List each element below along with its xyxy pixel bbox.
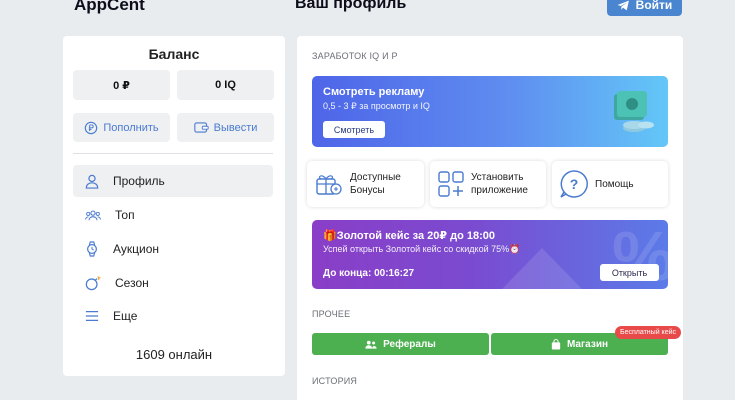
tile-label-line: Установить — [471, 172, 524, 183]
wallet-icon — [193, 122, 209, 133]
other-section-label: ПРОЧЕЕ — [312, 309, 351, 319]
balance-title: Баланс — [148, 46, 200, 62]
svg-text:?: ? — [570, 176, 579, 192]
telegram-icon — [617, 0, 629, 10]
cash-stack-icon — [614, 91, 654, 132]
user-icon — [85, 174, 99, 189]
install-app-tile[interactable]: Установить приложение — [430, 161, 546, 207]
rub-balance: 0 ₽ — [73, 70, 170, 100]
top-bar: AppCent Ваш профиль Войти — [0, 0, 735, 20]
sidebar-item-profile[interactable]: Профиль — [73, 165, 273, 197]
withdraw-button[interactable]: Вывести — [177, 113, 274, 142]
sidebar-item-label: Еще — [113, 309, 138, 323]
watch-button[interactable]: Смотреть — [323, 121, 385, 138]
menu-icon — [85, 310, 99, 322]
apps-icon — [438, 171, 464, 197]
sidebar-item-label: Профиль — [113, 174, 165, 188]
ad-card-title: Смотреть рекламу — [323, 86, 425, 98]
tile-label-line: Бонусы — [350, 185, 385, 196]
gold-case-title: 🎁Золотой кейс за 20₽ до 18:00 — [323, 230, 495, 242]
users-icon — [365, 340, 377, 349]
withdraw-label: Вывести — [213, 121, 258, 134]
bonuses-tile[interactable]: Доступные Бонусы — [307, 161, 424, 207]
ad-card-subtitle: 0,5 - 3 ₽ за просмотр и IQ — [323, 101, 430, 111]
help-tile[interactable]: ? Помощь — [552, 161, 668, 207]
deposit-label: Пополнить — [103, 121, 159, 134]
page-title: Ваш профиль — [295, 0, 407, 12]
free-case-badge: Бесплатный кейс — [615, 326, 682, 339]
users-icon — [85, 210, 101, 220]
referrals-button[interactable]: Рефералы — [312, 333, 489, 355]
gold-case-timer: До конца: 00:16:27 — [323, 268, 415, 279]
sidebar-item-label: Аукцион — [113, 242, 159, 256]
help-label: Помощь — [595, 178, 634, 190]
ruble-coin-icon — [85, 121, 98, 134]
gold-case-subtitle: Успей открыть Золотой кейс со скидкой 75… — [323, 244, 521, 254]
sidebar-divider — [73, 153, 273, 154]
deposit-button[interactable]: Пополнить — [73, 113, 170, 142]
gold-case-card[interactable]: % 🎁Золотой кейс за 20₽ до 18:00 Успей от… — [312, 220, 668, 289]
sidebar-item-top[interactable]: Топ — [73, 199, 273, 231]
history-section-label: ИСТОРИЯ — [312, 376, 358, 386]
online-counter: 1609 онлайн — [135, 347, 213, 362]
main-panel: ЗАРАБОТОК IQ И Р Смотреть рекламу 0,5 - … — [297, 36, 683, 400]
login-label: Войти — [635, 0, 673, 12]
earn-section-label: ЗАРАБОТОК IQ И Р — [312, 51, 398, 61]
watch-icon — [87, 241, 97, 257]
bomb-icon — [85, 276, 101, 291]
help-icon: ? — [560, 170, 588, 198]
open-case-button[interactable]: Открыть — [600, 264, 659, 281]
tile-label-line: приложение — [471, 185, 528, 196]
tile-label-line: Доступные — [350, 172, 401, 183]
shop-label: Магазин — [566, 338, 609, 350]
gift-icon — [316, 175, 342, 195]
referrals-label: Рефералы — [383, 338, 436, 350]
sidebar-item-more[interactable]: Еще — [73, 300, 273, 332]
login-button[interactable]: Войти — [607, 0, 682, 16]
sidebar-item-label: Топ — [115, 208, 135, 222]
sidebar-item-season[interactable]: Сезон — [73, 267, 273, 299]
iq-balance: 0 IQ — [177, 70, 274, 100]
bonuses-label: Доступные Бонусы — [350, 171, 401, 197]
watch-ads-card[interactable]: Смотреть рекламу 0,5 - 3 ₽ за просмотр и… — [312, 76, 668, 147]
sidebar-item-auction[interactable]: Аукцион — [73, 233, 273, 265]
install-app-label: Установить приложение — [471, 171, 528, 197]
shopping-bag-icon — [551, 338, 561, 349]
brand-logo[interactable]: AppCent — [74, 0, 145, 15]
sidebar: Баланс 0 ₽ 0 IQ Пополнить Вывести Профил… — [63, 36, 285, 376]
sidebar-item-label: Сезон — [115, 276, 149, 290]
